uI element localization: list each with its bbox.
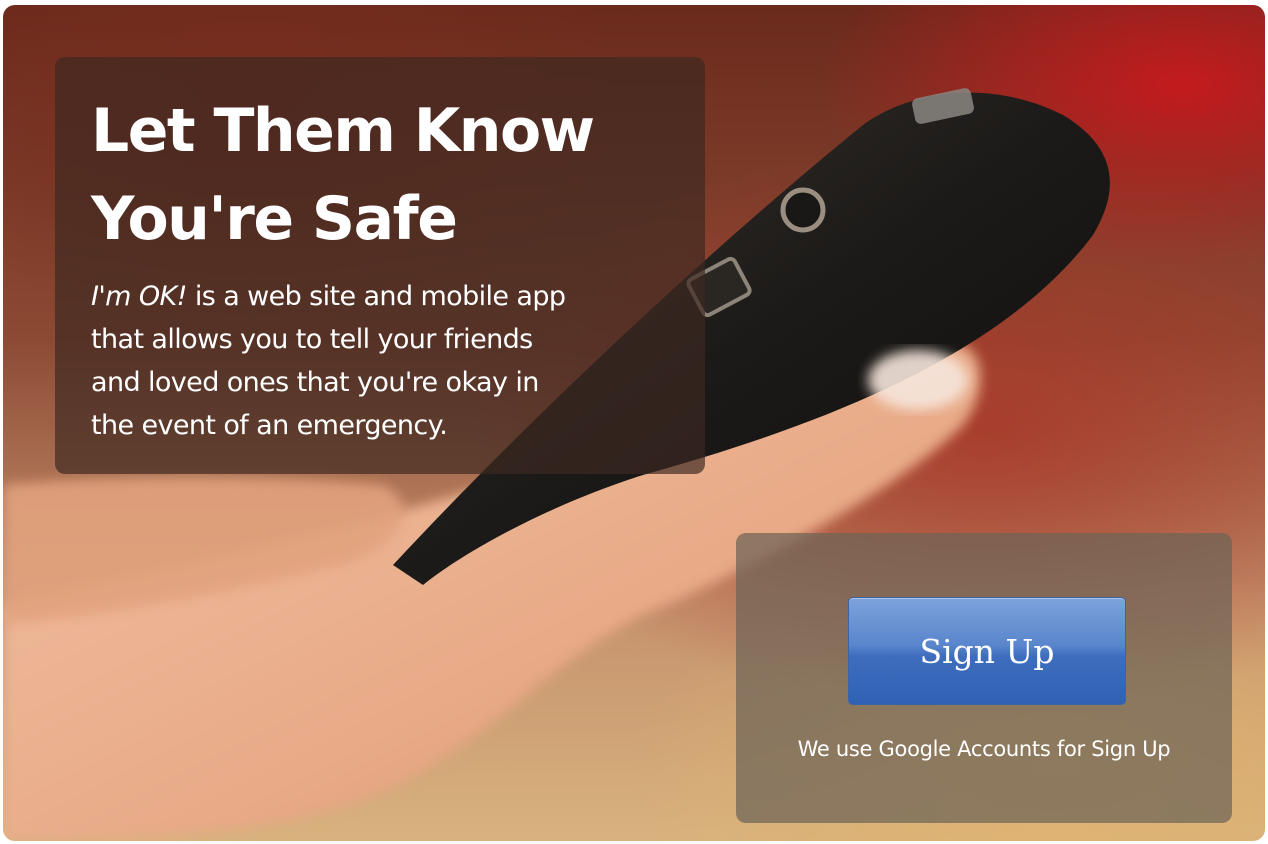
description-line-1-text: is a web site and mobile app — [186, 281, 566, 312]
intro-panel: Let Them Know You're Safe I'm OK! is a w… — [55, 57, 705, 474]
headphone-jack — [780, 187, 826, 233]
description-line-3: and loved ones that you're okay in — [91, 367, 539, 398]
description-line-1: I'm OK! is a web site and mobile app — [91, 275, 691, 318]
app-description: I'm OK! is a web site and mobile app tha… — [91, 275, 691, 447]
headline-line-2: You're Safe — [91, 184, 458, 254]
google-accounts-note: We use Google Accounts for Sign Up — [797, 737, 1171, 761]
description-line-4: the event of an emergency. — [91, 410, 448, 441]
hero-banner: Let Them Know You're Safe I'm OK! is a w… — [3, 5, 1265, 841]
headline-line-1: Let Them Know — [91, 96, 595, 166]
sign-up-button[interactable]: Sign Up — [848, 597, 1126, 705]
headline: Let Them Know You're Safe — [91, 87, 681, 263]
app-name: I'm OK! — [91, 281, 187, 312]
fingernail — [868, 350, 968, 410]
description-line-2: that allows you to tell your friends — [91, 324, 533, 355]
signup-panel: Sign Up We use Google Accounts for Sign … — [736, 533, 1232, 823]
